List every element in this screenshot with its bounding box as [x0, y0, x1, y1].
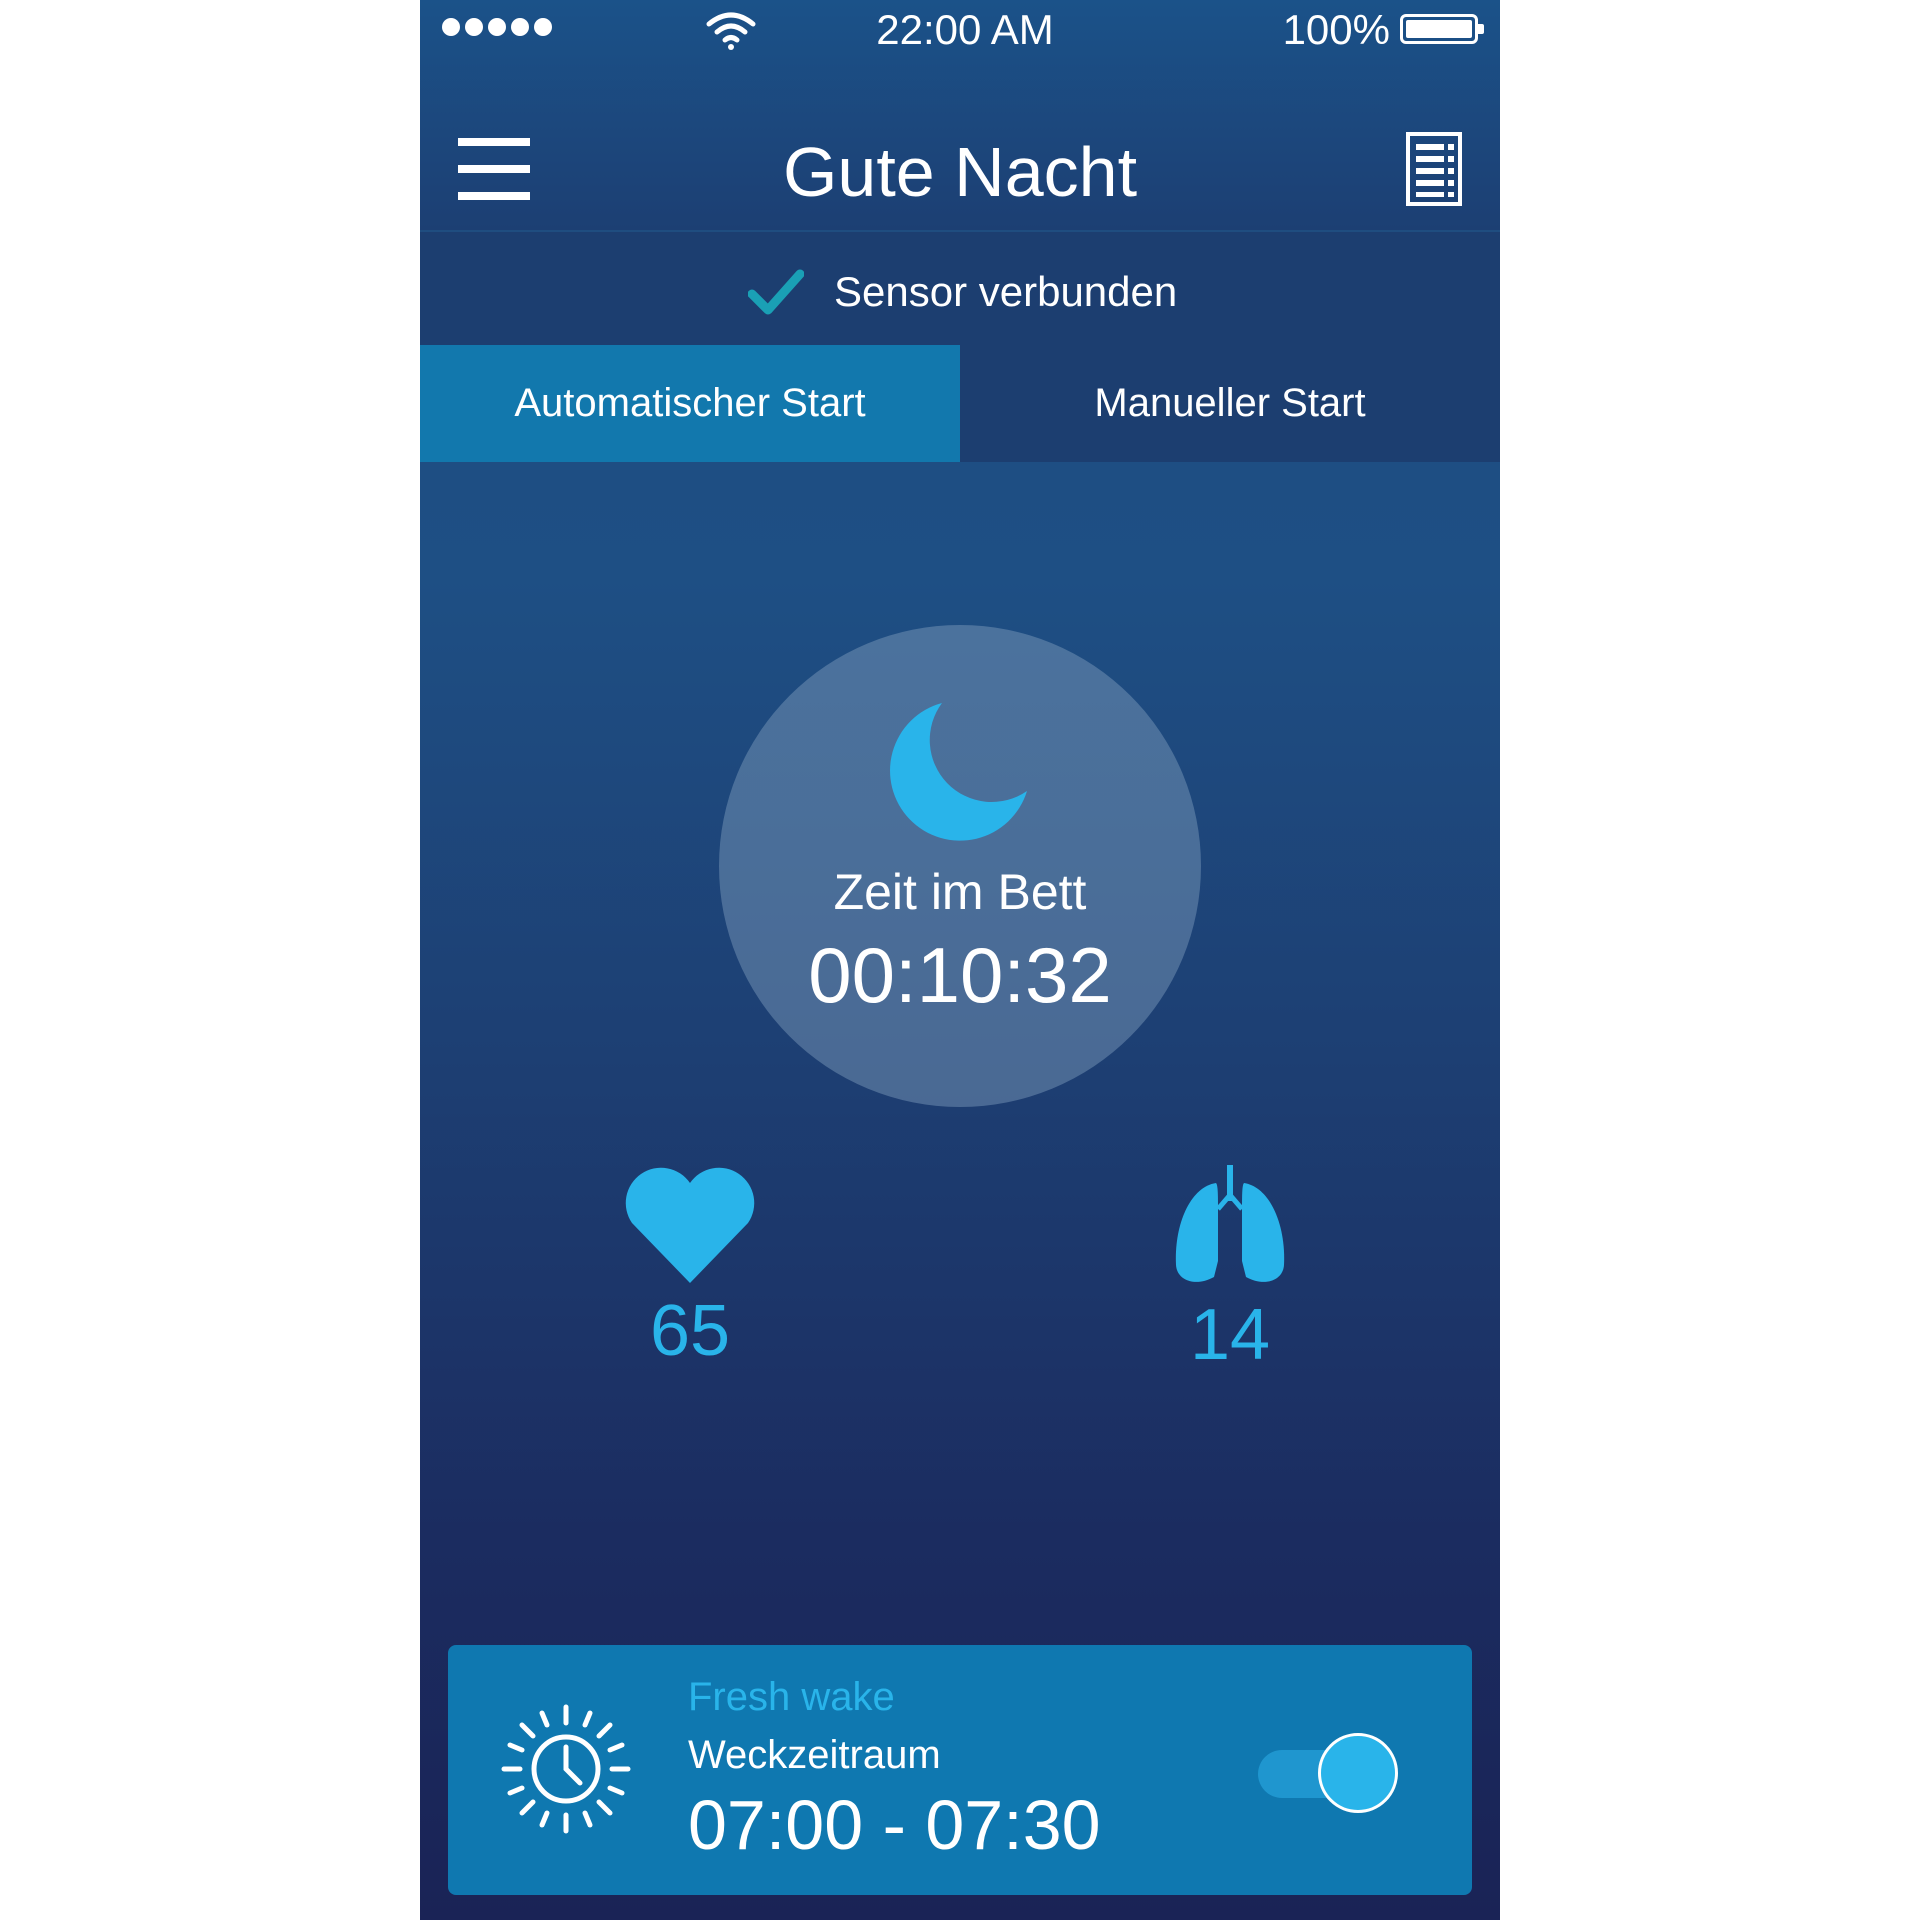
fresh-wake-subtitle: Fresh wake [688, 1675, 895, 1719]
app-screen: 22:00 AM 100% Gute Nacht Sensor verbunde… [420, 0, 1500, 1920]
sensor-label: Sensor verbunden [834, 268, 1178, 315]
list-icon[interactable] [1406, 132, 1462, 206]
fresh-wake-card[interactable]: Fresh wake Weckzeitraum 07:00 - 07:30 [448, 1645, 1472, 1895]
check-icon [748, 269, 804, 315]
top-bar: 22:00 AM 100% Gute Nacht [420, 0, 1500, 230]
moon-icon [890, 703, 1027, 841]
wake-window-time: 07:00 - 07:30 [688, 1786, 1101, 1864]
page-title: Gute Nacht [782, 133, 1138, 211]
wake-window-label: Weckzeitraum [688, 1733, 941, 1777]
start-mode-tabs: Automatischer Start Manueller Start [420, 345, 1500, 462]
lungs-icon [1175, 1165, 1285, 1282]
heart-rate: 65 [590, 1165, 790, 1372]
fresh-wake-toggle[interactable] [1258, 1733, 1398, 1813]
time-in-bed-label: Zeit im Bett [833, 864, 1087, 920]
sun-clock-icon [501, 1704, 631, 1834]
time-in-bed-circle: Zeit im Bett 00:10:32 [719, 625, 1201, 1107]
heart-rate-value: 65 [649, 1291, 731, 1371]
tab-manual-start[interactable]: Manueller Start [960, 345, 1500, 462]
battery-percent: 100% [1282, 6, 1390, 53]
status-bar: 22:00 AM 100% [420, 0, 1500, 60]
battery-icon [1400, 14, 1484, 44]
heart-icon [625, 1167, 755, 1283]
sensor-status: Sensor verbunden [420, 230, 1500, 345]
tab-automatic-start[interactable]: Automatischer Start [420, 345, 960, 462]
breathing-rate: 14 [1130, 1165, 1330, 1376]
breathing-rate-value: 14 [1189, 1295, 1271, 1375]
time-in-bed-value: 00:10:32 [808, 931, 1112, 1019]
